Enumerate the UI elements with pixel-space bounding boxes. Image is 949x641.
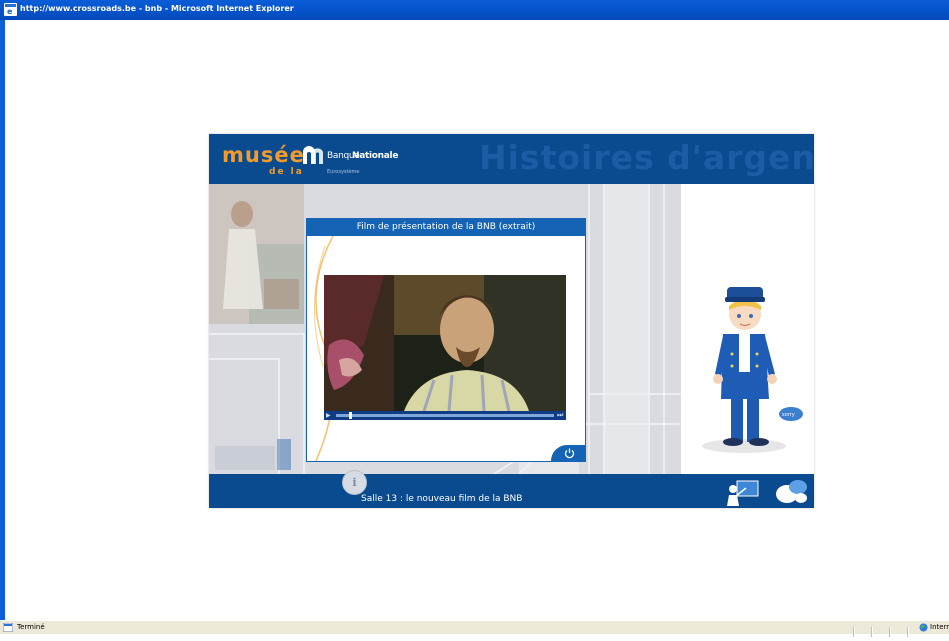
musee-logo-text: musée <box>222 143 305 167</box>
app-header: musée de la Banque Nationale Eurosystème… <box>209 134 814 184</box>
status-dividers <box>837 622 909 637</box>
app-bottom-bar: Salle 13 : le nouveau film de la BNB <box>209 474 814 508</box>
header-watermark: Histoires d'argent <box>479 138 814 177</box>
window-titlebar: e http://www.crossroads.be - bnb - Micro… <box>0 0 949 20</box>
video-progress-knob[interactable] <box>349 412 353 419</box>
museum-guard-character: sorry <box>702 287 803 453</box>
dialog-title: Film de présentation de la BNB (extrait) <box>356 222 536 232</box>
security-zone-text: Intern <box>930 623 949 631</box>
eurosystem-label: Eurosystème <box>327 169 360 175</box>
internet-explorer-icon: e <box>4 3 17 16</box>
bnb-logo-nationale: Nationale <box>352 151 399 161</box>
power-icon <box>564 448 575 459</box>
internet-zone-icon <box>919 623 928 632</box>
status-text: Terminé <box>17 623 45 631</box>
teacher-board-icon[interactable] <box>724 478 760 506</box>
video-dialog: Film de présentation de la BNB (extrait) <box>306 218 586 462</box>
svg-text:e: e <box>7 7 13 16</box>
bnb-logo-icon <box>303 146 323 164</box>
video-progress-track[interactable] <box>336 414 554 417</box>
flash-app: musée de la Banque Nationale Eurosystème… <box>209 134 814 508</box>
info-button[interactable]: i <box>342 470 367 495</box>
status-bar: Terminé Intern <box>0 620 949 637</box>
video-controls: ▶ ⏭ <box>324 411 566 420</box>
page-done-icon <box>3 623 13 632</box>
close-dialog-button[interactable] <box>551 445 585 461</box>
chat-bubbles-icon[interactable] <box>775 478 809 506</box>
guide-panel: sorry <box>681 184 814 474</box>
room-label: Salle 13 : le nouveau film de la BNB <box>361 494 523 504</box>
speech-bubble-text: sorry <box>782 412 795 418</box>
video-player[interactable] <box>324 275 566 411</box>
dialog-titlebar: Film de présentation de la BNB (extrait) <box>307 219 585 236</box>
video-frame <box>324 275 566 411</box>
skip-end-icon[interactable]: ⏭ <box>557 411 563 420</box>
play-icon[interactable]: ▶ <box>326 412 331 419</box>
musee-logo-subtext: de la <box>269 167 304 177</box>
window-title: http://www.crossroads.be - bnb - Microso… <box>20 4 294 13</box>
